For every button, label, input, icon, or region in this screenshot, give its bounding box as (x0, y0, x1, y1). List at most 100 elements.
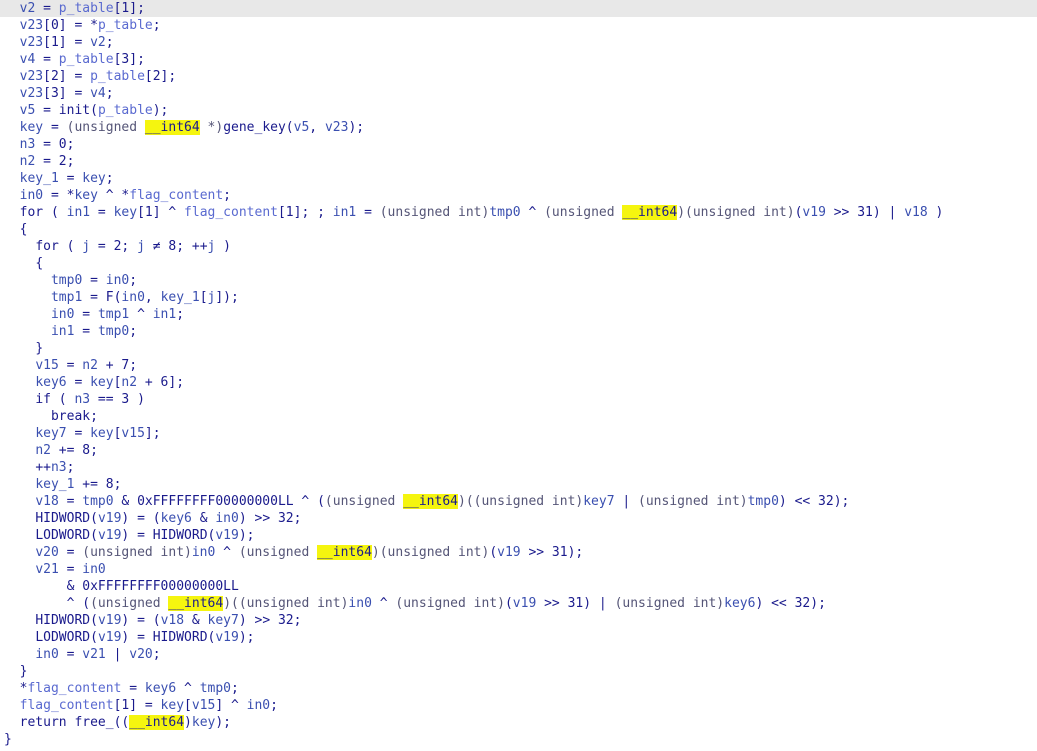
code-line[interactable]: break; (0, 408, 1037, 425)
variable-token[interactable]: n2 (82, 358, 98, 373)
code-line[interactable]: } (0, 731, 1037, 748)
highlighted-token[interactable]: __int64 (129, 715, 185, 730)
variable-token[interactable]: v2 (90, 35, 106, 50)
variable-token[interactable]: key (192, 715, 215, 730)
code-line[interactable]: key_1 += 8; (0, 476, 1037, 493)
variable-token[interactable]: key7 (583, 494, 614, 509)
variable-token[interactable]: n2 (35, 443, 51, 458)
code-line[interactable]: } (0, 340, 1037, 357)
pseudocode-view[interactable]: v2 = p_table[1]; v23[0] = *p_table; v23[… (0, 0, 1037, 751)
variable-token[interactable]: v23 (20, 35, 43, 50)
variable-token[interactable]: v19 (98, 613, 121, 628)
variable-token[interactable]: v21 (35, 562, 58, 577)
global-token[interactable]: flag_content (20, 698, 114, 713)
variable-token[interactable]: key_1 (161, 290, 200, 305)
variable-token[interactable]: n3 (20, 137, 36, 152)
variable-token[interactable]: tmp1 (98, 307, 129, 322)
variable-token[interactable]: v21 (82, 647, 105, 662)
highlighted-token[interactable]: __int64 (168, 596, 224, 611)
code-line[interactable]: in0 = *key ^ *flag_content; (0, 187, 1037, 204)
global-token[interactable]: flag_content (129, 188, 223, 203)
code-line[interactable]: { (0, 255, 1037, 272)
variable-token[interactable]: v19 (513, 596, 536, 611)
code-line[interactable]: & 0xFFFFFFFF00000000LL (0, 578, 1037, 595)
code-line[interactable]: v23[3] = v4; (0, 85, 1037, 102)
variable-token[interactable]: tmp1 (51, 290, 82, 305)
variable-token[interactable]: v4 (90, 86, 106, 101)
global-token[interactable]: p_table (59, 1, 114, 16)
variable-token[interactable]: v4 (20, 52, 36, 67)
variable-token[interactable]: in1 (333, 205, 356, 220)
variable-token[interactable]: in0 (348, 596, 371, 611)
variable-token[interactable]: v15 (35, 358, 58, 373)
variable-token[interactable]: in1 (153, 307, 176, 322)
code-line[interactable]: key6 = key[n2 + 6]; (0, 374, 1037, 391)
variable-token[interactable]: n2 (20, 154, 36, 169)
global-token[interactable]: p_table (59, 52, 114, 67)
highlighted-token[interactable]: __int64 (622, 205, 678, 220)
code-line[interactable]: v23[0] = *p_table; (0, 17, 1037, 34)
code-line[interactable]: v20 = (unsigned int)in0 ^ (unsigned __in… (0, 544, 1037, 561)
variable-token[interactable]: in0 (106, 273, 129, 288)
code-line[interactable]: v23[1] = v2; (0, 34, 1037, 51)
highlighted-token[interactable]: __int64 (403, 494, 458, 509)
variable-token[interactable]: tmp0 (489, 205, 520, 220)
variable-token[interactable]: key_1 (35, 477, 74, 492)
code-line[interactable]: n2 = 2; (0, 153, 1037, 170)
code-line[interactable]: in0 = v21 | v20; (0, 646, 1037, 663)
variable-token[interactable]: v19 (215, 630, 238, 645)
variable-token[interactable]: key6 (161, 511, 192, 526)
code-line[interactable]: *flag_content = key6 ^ tmp0; (0, 680, 1037, 697)
variable-token[interactable]: v19 (802, 205, 825, 220)
variable-token[interactable]: v18 (35, 494, 58, 509)
variable-token[interactable]: in1 (67, 205, 90, 220)
variable-token[interactable]: v15 (192, 698, 215, 713)
variable-token[interactable]: v5 (294, 120, 310, 135)
variable-token[interactable]: v23 (20, 69, 43, 84)
variable-token[interactable]: v2 (20, 1, 36, 16)
variable-token[interactable]: v18 (904, 205, 927, 220)
code-line[interactable]: tmp0 = in0; (0, 272, 1037, 289)
variable-token[interactable]: in0 (20, 188, 43, 203)
code-line[interactable]: v23[2] = p_table[2]; (0, 68, 1037, 85)
variable-token[interactable]: v19 (215, 528, 238, 543)
code-line[interactable]: v4 = p_table[3]; (0, 51, 1037, 68)
code-line[interactable]: in0 = tmp1 ^ in1; (0, 306, 1037, 323)
variable-token[interactable]: key6 (145, 681, 176, 696)
code-line[interactable]: v5 = init(p_table); (0, 102, 1037, 119)
variable-token[interactable]: in1 (51, 324, 74, 339)
variable-token[interactable]: tmp0 (51, 273, 82, 288)
variable-token[interactable]: key (114, 205, 137, 220)
code-line[interactable]: { (0, 221, 1037, 238)
global-token[interactable]: p_table (90, 69, 145, 84)
code-line[interactable]: in1 = tmp0; (0, 323, 1037, 340)
variable-token[interactable]: tmp0 (200, 681, 231, 696)
code-line[interactable]: v21 = in0 (0, 561, 1037, 578)
variable-token[interactable]: tmp0 (82, 494, 113, 509)
code-line[interactable]: if ( n3 == 3 ) (0, 391, 1037, 408)
variable-token[interactable]: tmp0 (98, 324, 129, 339)
variable-token[interactable]: v19 (497, 545, 520, 560)
code-line[interactable]: key7 = key[v15]; (0, 425, 1037, 442)
variable-token[interactable]: n2 (121, 375, 137, 390)
variable-token[interactable]: v19 (98, 511, 121, 526)
variable-token[interactable]: v15 (121, 426, 144, 441)
code-line[interactable]: LODWORD(v19) = HIDWORD(v19); (0, 527, 1037, 544)
code-line[interactable]: tmp1 = F(in0, key_1[j]); (0, 289, 1037, 306)
variable-token[interactable]: n3 (51, 460, 67, 475)
highlighted-token[interactable]: __int64 (317, 545, 372, 560)
variable-token[interactable]: key (90, 375, 113, 390)
code-line[interactable]: v2 = p_table[1]; (0, 0, 1037, 17)
variable-token[interactable]: j (137, 239, 145, 254)
variable-token[interactable]: in0 (121, 290, 144, 305)
variable-token[interactable]: v5 (20, 103, 36, 118)
variable-token[interactable]: v19 (98, 528, 121, 543)
code-line[interactable]: } (0, 663, 1037, 680)
code-line[interactable]: HIDWORD(v19) = (key6 & in0) >> 32; (0, 510, 1037, 527)
variable-token[interactable]: key6 (35, 375, 66, 390)
variable-token[interactable]: v23 (20, 86, 43, 101)
code-line[interactable]: n3 = 0; (0, 136, 1037, 153)
code-line[interactable]: for ( in1 = key[1] ^ flag_content[1]; ; … (0, 204, 1037, 221)
variable-token[interactable]: key (161, 698, 184, 713)
variable-token[interactable]: v23 (20, 18, 43, 33)
